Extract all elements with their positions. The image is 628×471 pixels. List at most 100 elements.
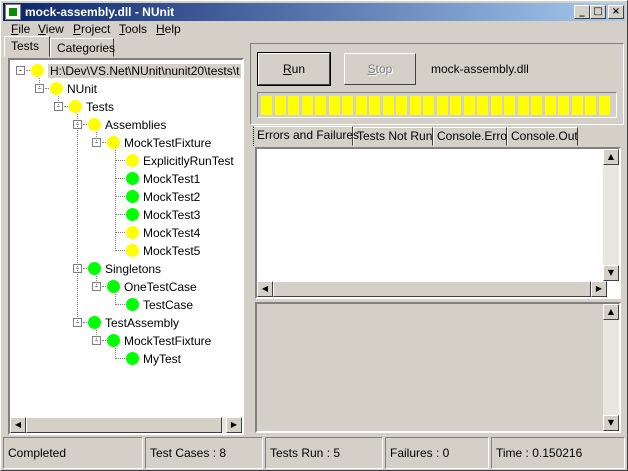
progress-segment	[490, 96, 502, 115]
stack-trace-panel[interactable]: ▲ ▼	[255, 302, 621, 433]
progress-segment	[315, 96, 326, 115]
title-bar[interactable]: mock-assembly.dll - NUnit _ □ ×	[3, 3, 625, 21]
tree-node-label: MockTest2	[143, 190, 201, 204]
tree-node[interactable]: - TestAssembly	[10, 314, 240, 332]
test-not-run-icon	[31, 64, 44, 77]
scroll-up-icon[interactable]: ▲	[603, 304, 619, 320]
test-not-run-icon	[126, 154, 139, 167]
errors-scroll-thumb[interactable]	[273, 281, 591, 297]
progress-segment	[585, 96, 596, 115]
tree-node[interactable]: - OneTestCase	[10, 278, 240, 296]
tree-node[interactable]: MockTest2	[10, 188, 240, 206]
test-tree[interactable]: - H:\Dev\VS.Net\NUnit\nunit20\tests\t - NUn…	[8, 58, 244, 435]
menu-help[interactable]: Help	[156, 22, 181, 36]
menu-file-label: ile	[18, 22, 31, 36]
progress-segment	[369, 96, 380, 115]
test-passed-icon	[88, 262, 101, 275]
scroll-right-icon[interactable]: ▶	[591, 281, 607, 297]
test-not-run-icon	[88, 118, 101, 131]
progress-segment	[261, 96, 272, 115]
menu-project[interactable]: Project	[73, 22, 110, 36]
scroll-down-icon[interactable]: ▼	[603, 415, 619, 431]
tree-node-label: Assemblies	[105, 118, 167, 132]
tree-node[interactable]: ExplicitlyRunTest	[10, 152, 240, 170]
tree-node-label: TestAssembly	[105, 316, 180, 330]
tree-node[interactable]: - H:\Dev\VS.Net\NUnit\nunit20\tests\t	[10, 62, 242, 80]
nunit-window: mock-assembly.dll - NUnit _ □ × File Vie…	[0, 0, 628, 471]
tree-node[interactable]: MockTest5	[10, 242, 240, 260]
scroll-right-icon[interactable]: ▶	[226, 417, 242, 433]
progress-segment	[463, 96, 475, 115]
errors-vertical-scrollbar[interactable]: ▲ ▼	[603, 149, 619, 281]
detail-vertical-scrollbar[interactable]: ▲ ▼	[603, 304, 619, 431]
menu-file[interactable]: File	[11, 22, 30, 36]
scroll-down-icon[interactable]: ▼	[603, 265, 619, 281]
test-passed-icon	[126, 190, 139, 203]
tree-node[interactable]: - MockTestFixture	[10, 332, 240, 350]
tree-node-label: OneTestCase	[124, 280, 197, 294]
tree-node-label: MockTestFixture	[124, 136, 212, 150]
tree-node[interactable]: TestCase	[10, 296, 240, 314]
tab-tests-not-run[interactable]: Tests Not Run	[353, 127, 433, 146]
menu-view-mnemonic: V	[38, 22, 46, 36]
run-mnemonic: R	[282, 62, 292, 76]
progress-segment	[301, 96, 313, 115]
test-not-run-icon	[126, 226, 139, 239]
progress-segment	[355, 96, 367, 115]
tree-collapse-icon[interactable]: -	[16, 66, 25, 75]
tree-node[interactable]: - Assemblies	[10, 116, 240, 134]
test-passed-icon	[126, 352, 139, 365]
progress-segment	[409, 96, 421, 115]
tree-node[interactable]: - NUnit	[10, 80, 240, 98]
test-passed-icon	[107, 334, 120, 347]
scroll-left-icon[interactable]: ◀	[10, 417, 26, 433]
stop-button[interactable]: Stop	[344, 53, 416, 85]
progress-segment	[274, 96, 286, 115]
tree-node[interactable]: MyTest	[10, 350, 240, 368]
run-button[interactable]: Run	[257, 52, 331, 86]
close-button[interactable]: ×	[608, 5, 624, 19]
tree-connector	[115, 294, 116, 305]
status-failures: Failures : 0	[385, 437, 489, 469]
tab-errors-and-failures[interactable]: Errors and Failures	[253, 126, 359, 146]
errors-horizontal-scrollbar[interactable]: ◀ ▶	[257, 281, 607, 297]
scroll-up-icon[interactable]: ▲	[603, 149, 619, 165]
nunit-app-icon	[5, 4, 21, 20]
test-not-run-icon	[69, 100, 82, 113]
tab-categories[interactable]: Categories	[50, 38, 115, 57]
tree-node[interactable]: - Singletons	[10, 260, 240, 278]
status-test-cases: Test Cases : 8	[145, 437, 263, 469]
test-passed-icon	[107, 280, 120, 293]
tree-node[interactable]: MockTest3	[10, 206, 240, 224]
status-bar: Completed Test Cases : 8 Tests Run : 5 F…	[3, 437, 625, 469]
tab-console-error[interactable]: Console.Error	[433, 127, 511, 146]
tree-node[interactable]: - MockTestFixture	[10, 134, 240, 152]
progress-segment	[423, 96, 434, 115]
stop-mnemonic: S	[367, 62, 376, 76]
test-passed-icon	[126, 298, 139, 311]
tree-node-label: MockTestFixture	[124, 334, 212, 348]
tree-scroll-thumb[interactable]	[26, 417, 222, 433]
progress-segment	[504, 96, 515, 115]
menu-bar: File View Project Tools Help	[3, 21, 625, 37]
tree-node-label: Singletons	[105, 262, 162, 276]
progress-segment	[531, 96, 542, 115]
errors-list[interactable]: ▲ ▼ ◀ ▶	[255, 147, 621, 299]
tree-node[interactable]: - Tests	[10, 98, 240, 116]
menu-tools[interactable]: Tools	[119, 22, 147, 36]
tab-tests[interactable]: Tests	[4, 36, 50, 57]
maximize-button[interactable]: □	[590, 5, 606, 19]
tab-console-out[interactable]: Console.Out	[507, 127, 578, 146]
tree-node[interactable]: MockTest4	[10, 224, 240, 242]
tree-horizontal-scrollbar[interactable]: ◀ ▶	[10, 417, 242, 433]
run-label: un	[291, 62, 306, 76]
minimize-button[interactable]: _	[574, 5, 590, 19]
tree-node[interactable]: MockTest1	[10, 170, 240, 188]
tree-node-label: MockTest3	[143, 208, 201, 222]
scroll-left-icon[interactable]: ◀	[257, 281, 273, 297]
progress-segment	[396, 96, 407, 115]
menu-view[interactable]: View	[38, 22, 64, 36]
test-passed-icon	[126, 208, 139, 221]
progress-segment	[288, 96, 299, 115]
menu-help-label: elp	[164, 22, 181, 36]
